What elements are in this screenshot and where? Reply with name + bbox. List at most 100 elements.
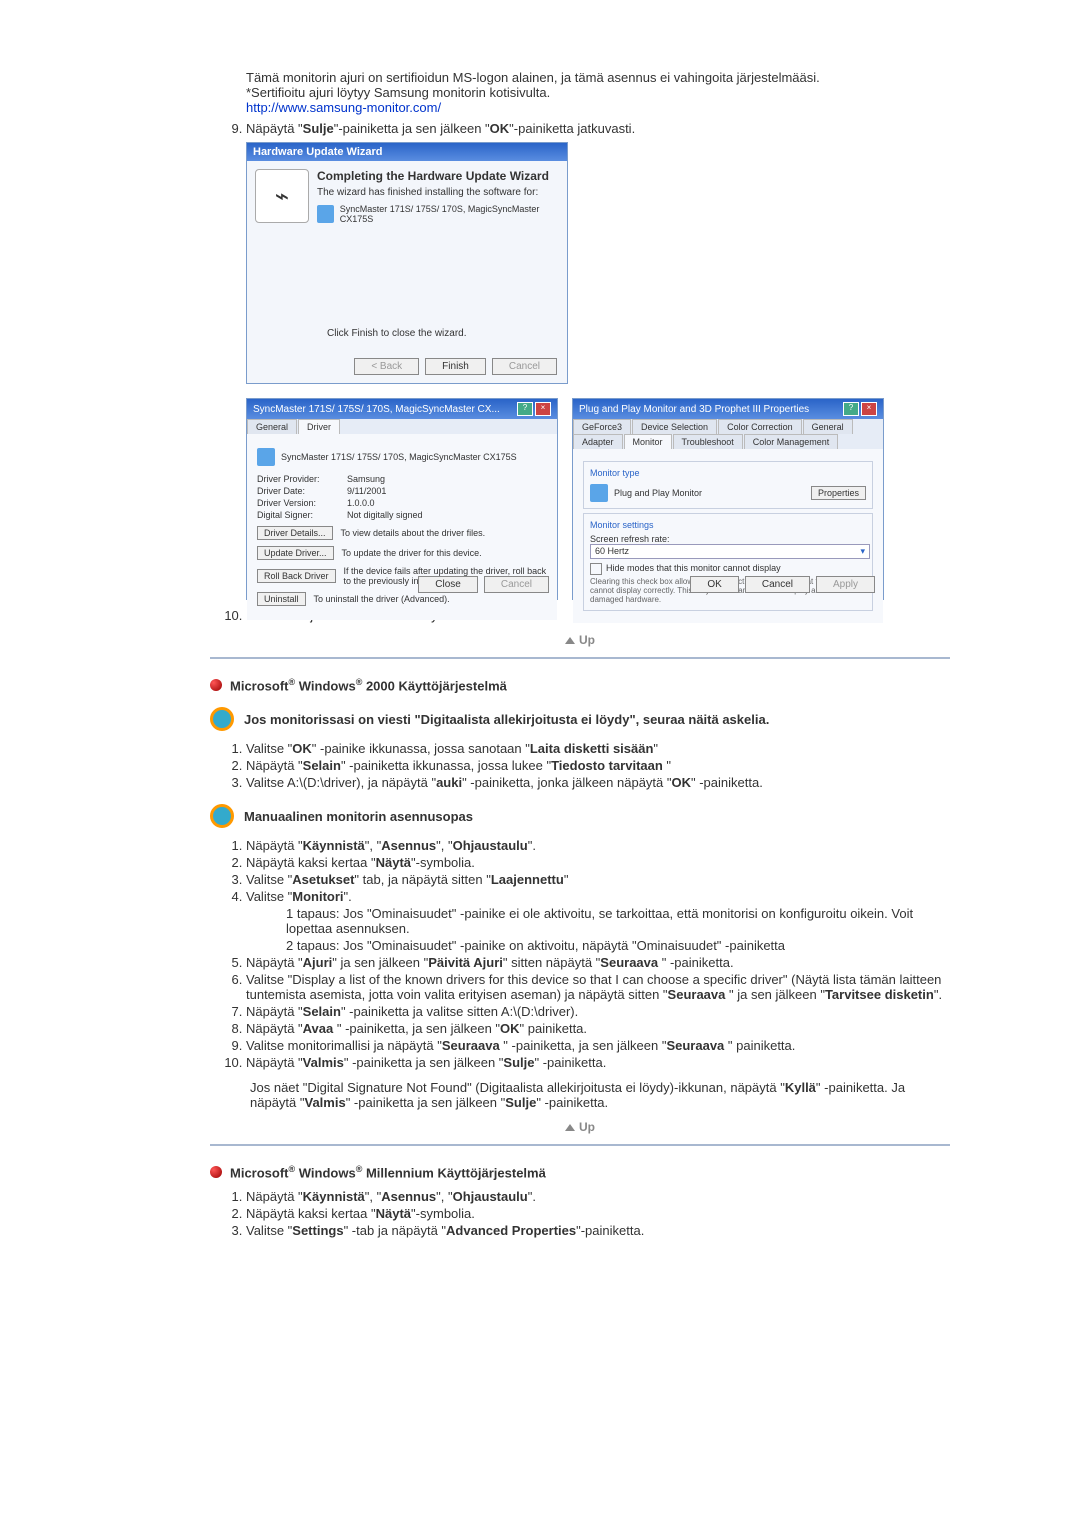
t: " -tab ja näpäytä " — [344, 1223, 446, 1238]
t: Valitse " — [246, 872, 292, 887]
v: Samsung — [347, 474, 385, 484]
win2000-list2: Näpäytä "Käynnistä", "Asennus", "Ohjaust… — [210, 838, 950, 1070]
t: " -painiketta, jonka jälkeen näpäytä " — [462, 775, 671, 790]
t: Asennus — [381, 1189, 436, 1204]
t: Advanced Properties — [446, 1223, 576, 1238]
tab-driver[interactable]: Driver — [298, 419, 340, 434]
t: "-painiketta. — [576, 1223, 644, 1238]
separator — [210, 657, 950, 659]
t: Jos näet "Digital Signature Not Found" (… — [250, 1080, 785, 1095]
ok-button[interactable]: OK — [690, 576, 738, 593]
up-link[interactable]: Up — [210, 633, 950, 647]
close-button[interactable]: Close — [418, 576, 478, 593]
finish-button[interactable]: Finish — [425, 358, 486, 375]
wizard-sub: The wizard has finished installing the s… — [317, 187, 559, 198]
t: Laajennettu — [491, 872, 564, 887]
t: " -painiketta. — [536, 1095, 608, 1110]
apply-button: Apply — [816, 576, 875, 593]
t: Näpäytä kaksi kertaa " — [246, 855, 376, 870]
driver-details-button[interactable]: Driver Details... — [257, 526, 333, 540]
properties-button[interactable]: Properties — [811, 486, 866, 500]
up-arrow-icon — [565, 637, 575, 644]
bullet-icon — [210, 1166, 222, 1178]
help-icon[interactable]: ? — [517, 402, 533, 416]
t: "-painiketta ja sen jälkeen " — [334, 121, 490, 136]
t: ". — [528, 838, 536, 853]
t: Näpäytä " — [246, 955, 303, 970]
refresh-value: 60 Hertz — [595, 546, 629, 557]
t: Jos monitorissasi on viesti "Digitaalist… — [244, 712, 769, 727]
tab-color-correction[interactable]: Color Correction — [718, 419, 802, 434]
t: Näpäytä " — [246, 1189, 303, 1204]
t: Näpäytä " — [246, 758, 303, 773]
tab-device-selection[interactable]: Device Selection — [632, 419, 717, 434]
t: " -painike ikkunassa, jossa sanotaan " — [312, 741, 530, 756]
update-driver-button[interactable]: Update Driver... — [257, 546, 334, 560]
t: To update the driver for this device. — [342, 548, 482, 558]
winme-list: Näpäytä "Käynnistä", "Asennus", "Ohjaust… — [210, 1189, 950, 1238]
t: Valitse " — [246, 741, 292, 756]
refresh-rate-select[interactable]: 60 Hertz ▾ — [590, 544, 870, 559]
t: " -painiketta. — [534, 1055, 606, 1070]
t: Valitse A:\(D:\driver), ja näpäytä " — [246, 775, 436, 790]
tab-general[interactable]: General — [247, 419, 297, 434]
t: Valmis — [303, 1055, 344, 1070]
win2000-sub1: Jos monitorissasi on viesti "Digitaalist… — [210, 707, 950, 731]
tab-general[interactable]: General — [803, 419, 853, 434]
t: " -painiketta, ja sen jälkeen " — [333, 1021, 500, 1036]
help-icon[interactable]: ? — [843, 402, 859, 416]
rollback-driver-button[interactable]: Roll Back Driver — [257, 569, 336, 583]
t: " ja sen jälkeen " — [725, 987, 825, 1002]
t: Selain — [303, 1004, 341, 1019]
t: Valitse " — [246, 889, 292, 904]
t: ", " — [436, 838, 452, 853]
t: OK — [500, 1021, 520, 1036]
t: Sulje — [303, 121, 334, 136]
wizard-heading: Completing the Hardware Update Wizard — [317, 169, 559, 183]
tab-monitor[interactable]: Monitor — [624, 434, 672, 449]
t: Käynnistä — [303, 838, 365, 853]
tab-color-mgmt[interactable]: Color Management — [744, 434, 839, 449]
t: Asennus — [381, 838, 436, 853]
separator — [210, 1144, 950, 1146]
tab-adapter[interactable]: Adapter — [573, 434, 623, 449]
driver-dlg-title: SyncMaster 171S/ 175S/ 170S, MagicSyncMa… — [253, 404, 500, 415]
t: Sulje — [503, 1055, 534, 1070]
tab-geforce[interactable]: GeForce3 — [573, 419, 631, 434]
t: " -painiketta ja sen jälkeen " — [344, 1055, 504, 1070]
l: Digital Signer: — [257, 510, 347, 520]
close-icon[interactable]: × — [535, 402, 551, 416]
t: "-painiketta jatkuvasti. — [509, 121, 635, 136]
l: Driver Version: — [257, 498, 347, 508]
t: Settings — [292, 1223, 343, 1238]
t: Näytä — [376, 1206, 411, 1221]
tab-troubleshoot[interactable]: Troubleshoot — [673, 434, 743, 449]
t: Selain — [303, 758, 341, 773]
t: Asetukset — [292, 872, 354, 887]
refresh-label: Screen refresh rate: — [590, 534, 866, 544]
t: Ohjaustaulu — [453, 1189, 528, 1204]
case1: 1 tapaus: Jos "Ominaisuudet" -painike ei… — [286, 906, 950, 936]
t: Ajuri — [303, 955, 333, 970]
winme-heading: Microsoft® Windows® Millennium Käyttöjär… — [210, 1164, 950, 1180]
t: " -painiketta ja sen jälkeen " — [346, 1095, 506, 1110]
grp-type: Monitor type — [590, 468, 866, 478]
t: ", " — [436, 1189, 452, 1204]
win2000-sub2: Manuaalinen monitorin asennusopas — [210, 804, 950, 828]
up-link[interactable]: Up — [210, 1120, 950, 1134]
hide-modes-checkbox[interactable] — [590, 563, 602, 575]
t: Tarvitsee disketin — [825, 987, 934, 1002]
t: Näpäytä " — [246, 1021, 303, 1036]
uninstall-button[interactable]: Uninstall — [257, 592, 306, 606]
cancel-button[interactable]: Cancel — [745, 576, 810, 593]
t: " ja sen jälkeen " — [332, 955, 428, 970]
monitor-properties-dialog: Plug and Play Monitor and 3D Prophet III… — [572, 398, 884, 600]
driver-link[interactable]: http://www.samsung-monitor.com/ — [246, 100, 441, 115]
t: Tiedosto tarvitaan — [551, 758, 663, 773]
up-text: Up — [579, 1120, 595, 1134]
v: 1.0.0.0 — [347, 498, 375, 508]
t: To view details about the driver files. — [341, 528, 486, 538]
close-icon[interactable]: × — [861, 402, 877, 416]
t: Laita disketti sisään — [530, 741, 654, 756]
monitor-dlg-title: Plug and Play Monitor and 3D Prophet III… — [579, 404, 809, 415]
